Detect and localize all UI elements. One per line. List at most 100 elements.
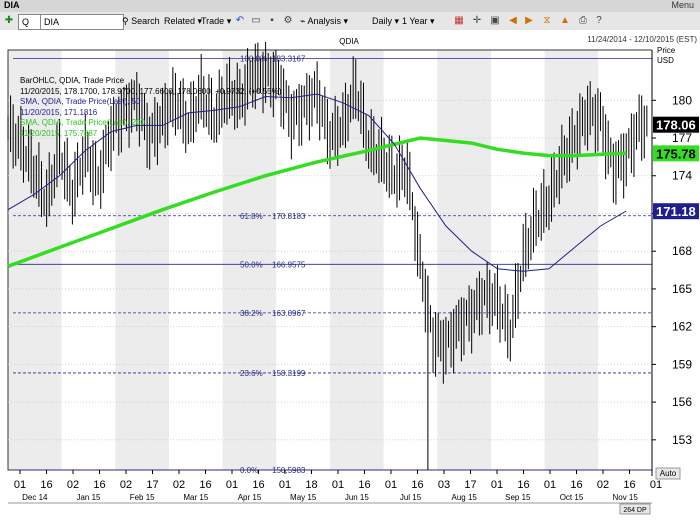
- chart-area[interactable]: 100.0% 183.3167 61.8% 170.8183 50.0% 166.9575…: [0, 30, 700, 521]
- x-tick-label: 01: [491, 479, 503, 491]
- related-button[interactable]: Related ▾: [164, 14, 202, 28]
- dp-label: 264 DP: [623, 507, 647, 514]
- x-month-label: Nov 15: [612, 493, 638, 502]
- x-month-label: May 15: [290, 493, 317, 502]
- y-tick-label: 168: [672, 244, 692, 258]
- chart-date-range: 11/24/2014 - 12/10/2015 (EST): [587, 35, 697, 44]
- month-band: [437, 50, 491, 470]
- interval-select[interactable]: Daily ▾: [372, 14, 399, 28]
- y-tick-label: 165: [672, 282, 692, 296]
- x-month-label: Dec 14: [22, 493, 48, 502]
- interval-label: Daily: [372, 16, 393, 26]
- x-tick-label: 01: [332, 479, 344, 491]
- print-icon[interactable]: ⎙: [576, 14, 590, 28]
- chart-type-icon[interactable]: ▦: [452, 14, 466, 28]
- legend-sma200-title: SMA, QDIA, Trade Price(Last), 200: [20, 118, 145, 127]
- window-title: DIA: [4, 0, 20, 10]
- price-axis-title: Price: [657, 46, 676, 55]
- x-tick-label: 16: [199, 479, 211, 491]
- settings-icon[interactable]: ⚙: [281, 14, 295, 28]
- x-tick-label: 02: [597, 479, 609, 491]
- x-tick-label: 02: [120, 479, 132, 491]
- y-tick-label: 174: [672, 169, 692, 183]
- x-month-label: Oct 15: [560, 493, 584, 502]
- x-tick-label: 02: [173, 479, 185, 491]
- y-tick-label: 162: [672, 320, 692, 334]
- symbol-input[interactable]: DIA: [40, 14, 124, 30]
- x-month-label: Sep 15: [505, 493, 531, 502]
- x-tick-label: 01: [226, 479, 238, 491]
- legend: BarOHLC, QDIA, Trade Price 11/20/2015, 1…: [20, 76, 281, 139]
- crosshair-icon[interactable]: ✛: [470, 14, 484, 28]
- y-tick-label: 177: [672, 131, 692, 145]
- price-axis-currency: USD: [657, 56, 674, 65]
- analysis-label: Analysis: [307, 16, 341, 26]
- fib-value-label: 150.5983: [272, 466, 306, 475]
- analysis-button[interactable]: ⌁ Analysis ▾: [300, 14, 348, 28]
- x-tick-label: 16: [93, 479, 105, 491]
- scroll-left-icon[interactable]: ◀: [506, 14, 520, 28]
- x-tick-label: 03: [438, 479, 450, 491]
- zoom-in-icon[interactable]: ▲: [558, 14, 572, 28]
- x-tick-label: 18: [305, 479, 317, 491]
- window-menu-button[interactable]: Menu: [671, 0, 694, 10]
- fib-percent-label: 50.0%: [240, 260, 263, 269]
- x-month-label: Apr 15: [238, 493, 262, 502]
- scroll-right-icon[interactable]: ▶: [522, 14, 536, 28]
- x-month-label: Mar 15: [183, 493, 208, 502]
- trade-label: Trade: [201, 16, 225, 26]
- x-tick-label: 17: [146, 479, 158, 491]
- trade-button[interactable]: Trade ▾: [201, 14, 231, 28]
- fib-percent-label: 38.2%: [240, 309, 263, 318]
- x-tick-label: 16: [623, 479, 635, 491]
- fib-percent-label: 0.0%: [240, 466, 258, 475]
- x-tick-label: 01: [650, 479, 662, 491]
- legend-sma50-value: 11/20/2015, 171.1816: [20, 107, 98, 117]
- legend-price-values: 11/20/2015, 178.1700, 178.9700, 177.6600…: [20, 86, 282, 96]
- sma200-badge-value: 175.78: [656, 146, 696, 161]
- x-tick-label: 16: [411, 479, 423, 491]
- month-band: [383, 50, 438, 470]
- x-month-label: Aug 15: [451, 493, 477, 502]
- x-tick-label: 01: [279, 479, 291, 491]
- fib-value-label: 158.3199: [272, 369, 306, 378]
- x-month-label: Feb 15: [130, 493, 155, 502]
- toolbar: ✚ Q DIA ⚲ Search Related ▾ Trade ▾ ↶ ▭ ▪…: [0, 12, 700, 31]
- x-tick-label: 16: [517, 479, 529, 491]
- y-tick-label: 180: [672, 93, 692, 107]
- fib-value-label: 183.3167: [272, 55, 306, 64]
- x-month-label: Jan 15: [76, 493, 101, 502]
- undo-icon[interactable]: ↶: [233, 14, 247, 28]
- add-icon[interactable]: ✚: [2, 14, 16, 28]
- auto-scale-label: Auto: [660, 469, 677, 478]
- y-tick-label: 159: [672, 357, 692, 371]
- draw-tools-icon[interactable]: ▣: [488, 14, 502, 28]
- zoom-out-icon[interactable]: ⧖: [540, 14, 554, 28]
- x-tick-label: 16: [40, 479, 52, 491]
- search-button[interactable]: ⚲ Search: [122, 14, 160, 28]
- x-tick-label: 01: [385, 479, 397, 491]
- y-tick-label: 156: [672, 395, 692, 409]
- x-tick-label: 17: [464, 479, 476, 491]
- x-tick-label: 16: [570, 479, 582, 491]
- folder-icon[interactable]: ▭: [249, 14, 263, 28]
- x-tick-label: 01: [544, 479, 556, 491]
- x-month-label: Jul 15: [400, 493, 422, 502]
- related-label: Related: [164, 16, 196, 26]
- help-icon[interactable]: ?: [592, 14, 606, 28]
- symbol-mode-select[interactable]: Q: [18, 14, 42, 30]
- y-tick-label: 153: [672, 433, 692, 447]
- chart-symbol: QDIA: [339, 37, 359, 46]
- x-tick-label: 01: [14, 479, 26, 491]
- legend-price-title: BarOHLC, QDIA, Trade Price: [20, 76, 125, 85]
- range-select[interactable]: 1 Year ▾: [402, 14, 435, 28]
- x-tick-label: 16: [358, 479, 370, 491]
- save-icon[interactable]: ▪: [265, 14, 279, 28]
- x-tick-label: 16: [252, 479, 264, 491]
- legend-sma50-title: SMA, QDIA, Trade Price(Last), 50: [20, 97, 141, 106]
- last-price-badge-value: 178.06: [656, 118, 696, 133]
- fib-value-label: 166.9575: [272, 260, 306, 269]
- fib-percent-label: 61.8%: [240, 212, 263, 221]
- legend-sma200-value: 11/20/2015, 175.7887: [20, 128, 98, 138]
- fib-percent-label: 23.6%: [240, 369, 263, 378]
